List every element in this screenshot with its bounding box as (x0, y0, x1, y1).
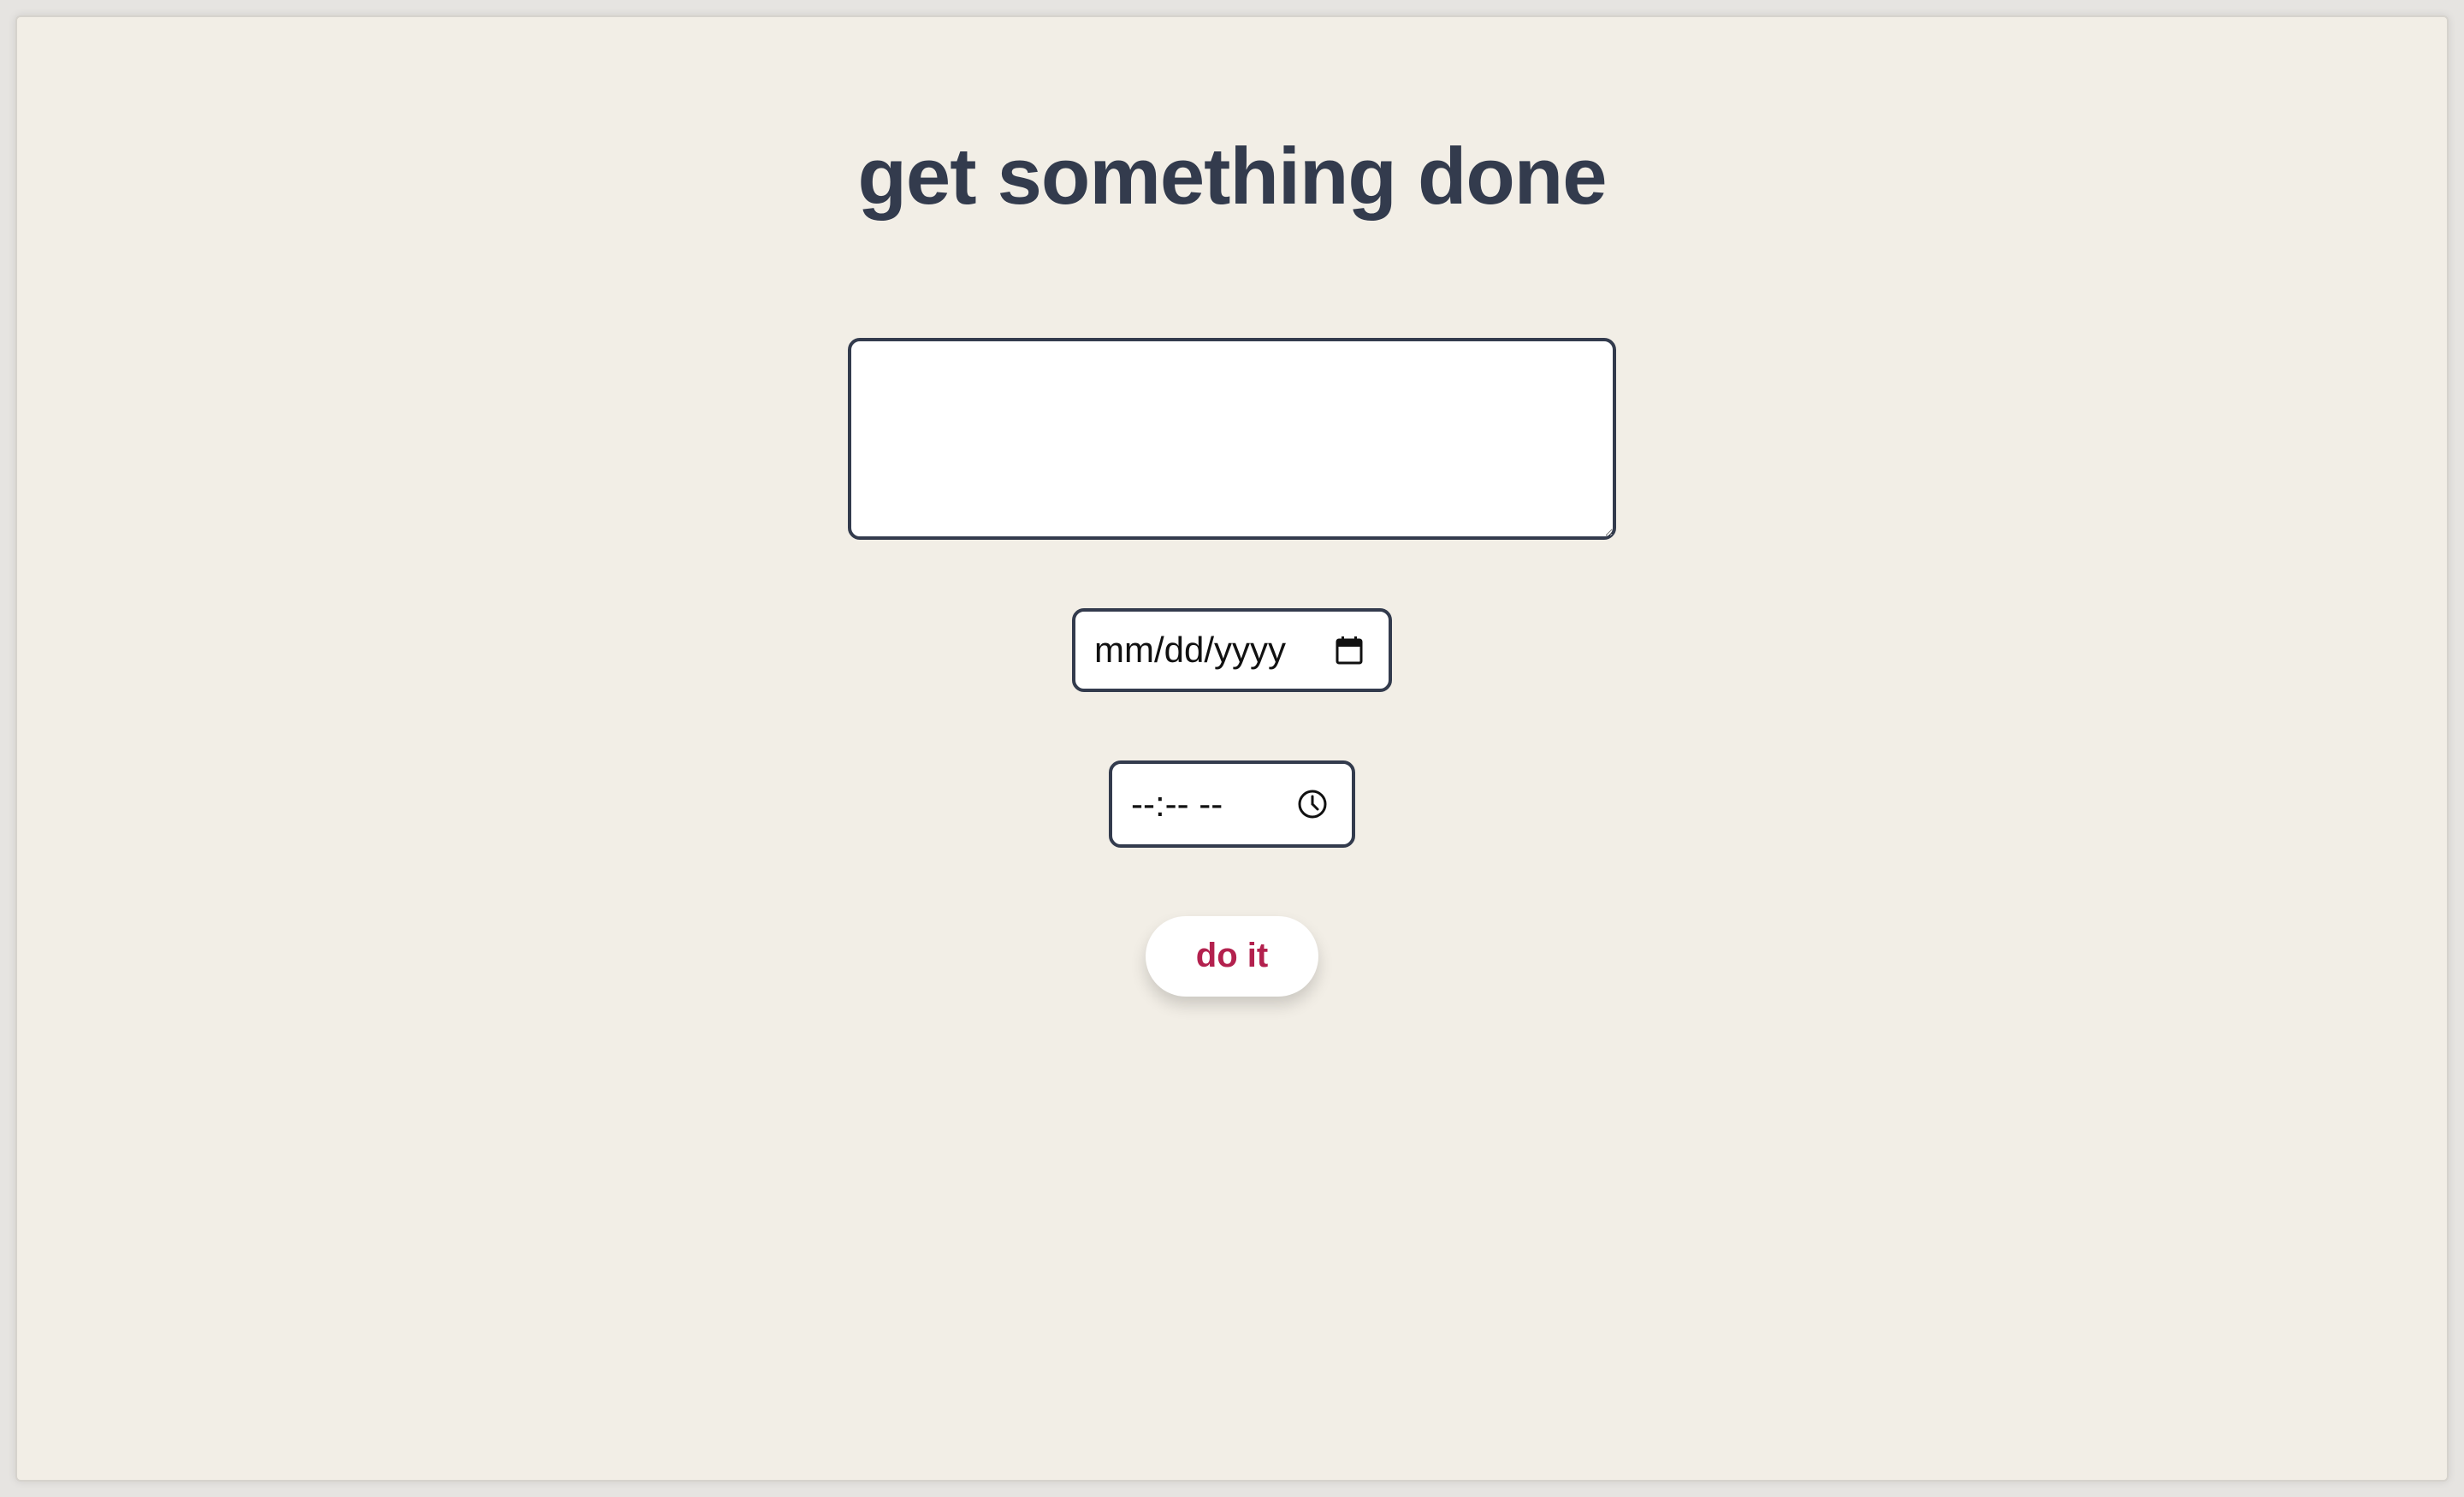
date-placeholder: mm/dd/yyyy (1094, 629, 1287, 670)
app-window: get something done mm/dd/yyyy --:-- -- d… (15, 15, 2449, 1482)
time-placeholder: --:-- -- (1131, 783, 1223, 824)
do-it-button[interactable]: do it (1146, 915, 1318, 997)
clock-icon[interactable] (1295, 787, 1330, 821)
time-input[interactable]: --:-- -- (1109, 760, 1355, 848)
calendar-icon[interactable] (1332, 633, 1366, 667)
task-textarea[interactable] (848, 337, 1616, 540)
page-title: get something done (857, 131, 1608, 221)
date-input[interactable]: mm/dd/yyyy (1072, 607, 1392, 692)
main-content: get something done mm/dd/yyyy --:-- -- d… (17, 17, 2447, 997)
